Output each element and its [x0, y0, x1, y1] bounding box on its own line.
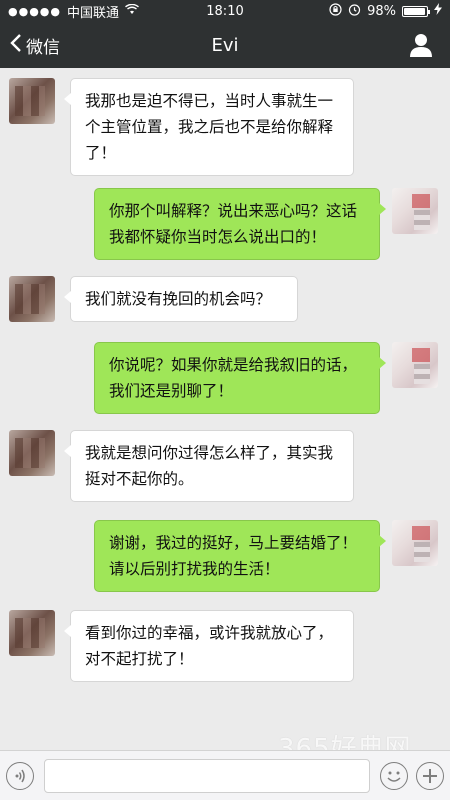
contact-avatar[interactable]: [9, 430, 55, 476]
my-avatar[interactable]: [392, 188, 438, 234]
back-chevron-icon: [10, 33, 22, 58]
back-label: 微信: [26, 37, 60, 58]
more-button[interactable]: [416, 762, 444, 790]
my-avatar[interactable]: [392, 520, 438, 566]
message-bubble[interactable]: 我们就没有挽回的机会吗？: [64, 276, 298, 322]
message-bubble[interactable]: 你说呢？如果你就是给我叙旧的话，我们还是别聊了！: [94, 342, 386, 414]
message-input[interactable]: [44, 759, 370, 793]
back-button[interactable]: 微信: [0, 33, 60, 58]
my-avatar[interactable]: [392, 342, 438, 388]
carrier-name: 中国联通: [67, 5, 120, 21]
contact-profile-button[interactable]: [408, 32, 434, 58]
message-bubble[interactable]: 我那也是迫不得已，当时人事就生一个主管位置，我之后也不是给你解释了！: [64, 78, 354, 176]
status-right: 98%: [329, 2, 442, 20]
contact-avatar[interactable]: [9, 78, 55, 124]
battery-icon: [402, 5, 430, 17]
chat-header: 微信 Evi: [0, 22, 450, 68]
status-left: ●●●●● 中国联通: [8, 2, 139, 21]
message-list[interactable]: 我那也是迫不得已，当时人事就生一个主管位置，我之后也不是给你解释了！ 你那个叫解…: [0, 68, 450, 750]
chat-title: Evi: [211, 34, 239, 56]
lock-rotation-icon: [329, 2, 342, 20]
emoji-button[interactable]: [380, 762, 408, 790]
contact-avatar[interactable]: [9, 276, 55, 322]
input-bar: [0, 750, 450, 800]
message-bubble[interactable]: 看到你过的幸福，或许我就放心了，对不起打扰了！: [64, 610, 354, 682]
wifi-icon: [125, 3, 139, 19]
status-bar: ●●●●● 中国联通 18:10 98%: [0, 0, 450, 22]
contact-avatar[interactable]: [9, 610, 55, 656]
message-bubble[interactable]: 我就是想问你过得怎么样了，其实我挺对不起你的。: [64, 430, 354, 502]
message-bubble[interactable]: 你那个叫解释？说出来恶心吗？这话我都怀疑你当时怎么说出口的！: [94, 188, 386, 260]
charging-icon: [434, 3, 442, 19]
message-bubble[interactable]: 谢谢，我过的挺好，马上要结婚了！请以后别打扰我的生活！: [94, 520, 386, 592]
alarm-icon: [348, 3, 361, 20]
profile-icon: [408, 34, 434, 62]
signal-strength: ●●●●●: [8, 4, 61, 18]
voice-button[interactable]: [6, 762, 34, 790]
battery-percent: 98%: [367, 3, 396, 19]
